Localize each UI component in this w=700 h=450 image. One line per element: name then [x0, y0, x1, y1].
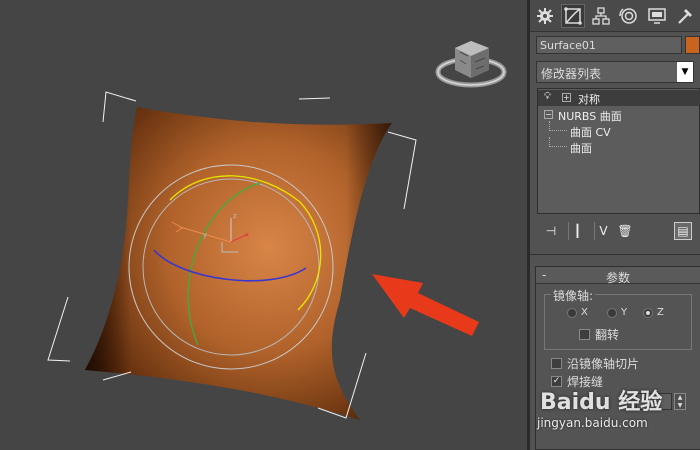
stack-item-label: 曲面 CV: [570, 126, 611, 139]
command-panel: 修改器列表 ▼ 💡︎ + 对称 − NURBS 曲面 曲面 CV 曲面 ⊣ ┃ …: [530, 0, 700, 450]
axis-z-radio[interactable]: Z: [643, 307, 664, 318]
axis-label: Z: [657, 307, 664, 318]
watermark-url: jingyan.baidu.com: [537, 416, 648, 430]
axis-label: Y: [621, 307, 628, 318]
viewport-scene[interactable]: x y z: [0, 0, 527, 450]
hierarchy-icon[interactable]: [589, 4, 613, 28]
configure-sets-icon[interactable]: ▤: [674, 222, 692, 240]
slice-label: 沿镜像轴切片: [567, 357, 640, 371]
motion-icon[interactable]: [617, 4, 641, 28]
threshold-spinner[interactable]: ▲ ▼: [674, 393, 686, 410]
mirror-axis-group: 镜像轴: X Y Z 翻转: [544, 287, 692, 350]
flip-checkbox[interactable]: 翻转: [579, 326, 619, 343]
svg-text:x: x: [245, 231, 249, 239]
object-color-swatch[interactable]: [685, 36, 700, 54]
make-unique-icon[interactable]: V: [594, 222, 612, 240]
slice-along-mirror-checkbox[interactable]: 沿镜像轴切片: [551, 355, 639, 372]
axis-label: X: [581, 307, 588, 318]
svg-text:z: z: [233, 212, 237, 220]
rollout-title: 参数: [606, 271, 631, 285]
create-icon[interactable]: [533, 4, 557, 28]
display-icon[interactable]: [645, 4, 669, 28]
viewcube[interactable]: [435, 41, 507, 88]
modify-icon[interactable]: [561, 4, 585, 28]
checkbox-icon: [579, 329, 590, 340]
pin-stack-icon[interactable]: ⊣: [542, 222, 560, 240]
divider: [530, 254, 700, 255]
chevron-down-icon[interactable]: ▼: [677, 62, 693, 82]
lightbulb-icon[interactable]: 💡︎: [544, 91, 551, 102]
radio-icon: [567, 307, 577, 318]
stack-item-label: 曲面: [570, 142, 592, 155]
svg-text:y: y: [203, 231, 207, 239]
modifier-stack[interactable]: 💡︎ + 对称 − NURBS 曲面 曲面 CV 曲面: [537, 88, 700, 214]
show-end-result-icon[interactable]: ┃: [568, 222, 586, 240]
utilities-icon[interactable]: [673, 4, 697, 28]
stack-item-symmetry[interactable]: 💡︎ + 对称: [538, 90, 700, 106]
expand-icon[interactable]: +: [562, 93, 571, 102]
stack-item-label: 对称: [578, 93, 600, 106]
tree-line: [549, 121, 567, 131]
modifier-list-dropdown[interactable]: 修改器列表 ▼: [536, 61, 694, 83]
axis-x-radio[interactable]: X: [567, 307, 588, 318]
modifier-list-label: 修改器列表: [541, 67, 602, 81]
stack-item-label: NURBS 曲面: [558, 110, 622, 123]
rollout-header[interactable]: - 参数: [536, 267, 700, 285]
radio-icon: [607, 307, 617, 318]
axis-y-radio[interactable]: Y: [607, 307, 627, 318]
collapse-icon[interactable]: -: [542, 268, 546, 282]
stack-toolbar: ⊣ ┃ V 🗑︎ ▤: [536, 220, 700, 242]
mirror-axis-label: 镜像轴:: [551, 287, 596, 304]
flip-label: 翻转: [595, 328, 620, 342]
radio-selected-icon: [643, 307, 653, 318]
watermark-brand: Baidu 经验: [540, 390, 663, 415]
collapse-icon[interactable]: −: [544, 110, 553, 119]
remove-modifier-icon[interactable]: 🗑︎: [616, 222, 634, 240]
tree-line: [549, 137, 567, 147]
command-panel-tabs: [530, 0, 700, 32]
object-name-field[interactable]: [536, 36, 682, 54]
annotation-arrow: [372, 274, 479, 336]
checkbox-icon: [551, 358, 562, 369]
3d-viewport[interactable]: x y z: [0, 0, 527, 450]
